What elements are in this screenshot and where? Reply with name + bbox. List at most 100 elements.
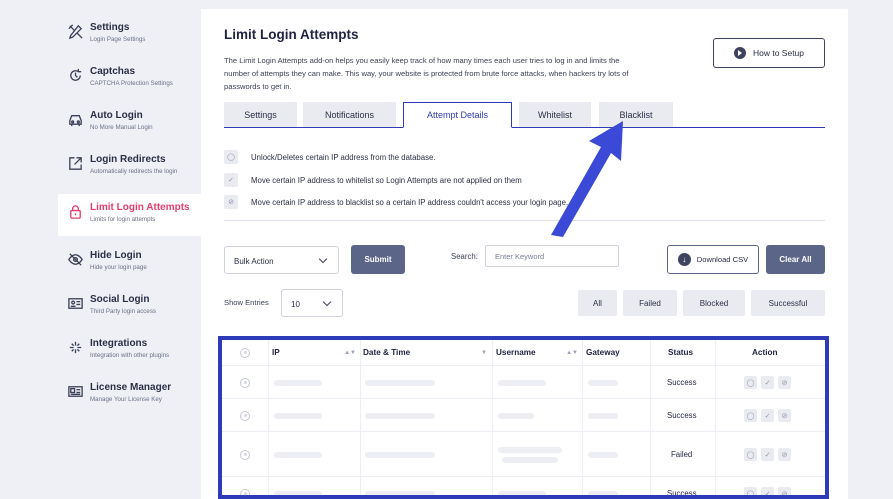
sidebar-item-title: Integrations <box>90 338 148 349</box>
check-icon: ✓ <box>761 409 774 422</box>
main-panel: Limit Login Attempts The Limit Login Att… <box>201 9 848 499</box>
info-text: Move certain IP address to blacklist so … <box>251 197 569 207</box>
page-title: Limit Login Attempts <box>224 27 359 42</box>
info-text: Unlock/Deletes certain IP address from t… <box>251 152 436 162</box>
id-card-icon <box>66 294 84 312</box>
info-text: Move certain IP address to whitelist so … <box>251 175 522 185</box>
page-description: The Limit Login Attempts add-on helps yo… <box>224 56 629 91</box>
filter-blocked[interactable]: Blocked <box>683 290 745 316</box>
sidebar-item-social-login[interactable]: Social Login Third Party login access <box>58 286 201 330</box>
col-date-time[interactable]: Date & Time ▼ <box>363 340 487 365</box>
play-icon <box>733 47 746 59</box>
info-whitelist: ✓ Move certain IP address to whitelist so… <box>224 173 522 187</box>
sidebar-item-sub: No More Manual Login <box>90 124 153 131</box>
sidebar-item-sub: CAPTCHA Protection Settings <box>90 80 173 87</box>
sidebar-item-login-redirects[interactable]: Login Redirects Automatically redirects t… <box>58 146 201 194</box>
lock-icon <box>66 202 84 220</box>
row-actions[interactable]: ◯ ✓ ⊘ <box>744 433 795 476</box>
how-to-setup-label: How to Setup <box>752 48 805 58</box>
sidebar-item-captchas[interactable]: Captchas CAPTCHA Protection Settings <box>58 58 201 102</box>
row-radio[interactable] <box>240 478 250 495</box>
sort-icon: ▲▼ <box>344 349 356 356</box>
status-badge: Success <box>667 411 697 420</box>
show-entries-label: Show Entries <box>224 298 269 307</box>
table-row: Success ◯ ✓ ⊘ <box>222 478 825 498</box>
sidebar-item-sub: Hide your login page <box>90 264 147 271</box>
sidebar-item-sub: Integration with other plugins <box>90 352 170 359</box>
tab-attempt-details[interactable]: Attempt Details <box>403 102 512 128</box>
show-entries-select[interactable]: 10 <box>281 289 343 317</box>
row-actions[interactable]: ◯ ✓ ⊘ <box>744 478 795 495</box>
sidebar-item-auto-login[interactable]: Auto Login No More Manual Login <box>58 102 201 146</box>
sidebar-item-sub: Limits for login attempts <box>90 216 156 223</box>
search-label: Search: <box>451 252 478 261</box>
table-row: Success ◯ ✓ ⊘ <box>222 367 825 399</box>
sort-icon: ▼ <box>481 349 487 356</box>
status-badge: Success <box>667 489 697 498</box>
how-to-setup-button[interactable]: How to Setup <box>713 38 825 68</box>
lock-icon: ◯ <box>744 487 757 495</box>
sidebar-item-license-manager[interactable]: License Manager Manage Your License Key <box>58 374 201 418</box>
tab-settings[interactable]: Settings <box>224 102 297 127</box>
status-badge: Failed <box>671 450 693 459</box>
submit-button[interactable]: Submit <box>351 245 405 274</box>
bulk-action-select[interactable]: Bulk Action <box>224 246 339 274</box>
col-status: Status <box>668 348 694 357</box>
row-radio[interactable] <box>240 433 250 476</box>
col-ip[interactable]: IP ▲▼ <box>272 340 356 365</box>
filter-failed[interactable]: Failed <box>623 290 677 316</box>
filter-all[interactable]: All <box>578 290 617 316</box>
sidebar-item-title: Limit Login Attempts <box>90 202 190 213</box>
tab-notifications[interactable]: Notifications <box>303 102 396 127</box>
select-all-radio[interactable] <box>240 340 250 365</box>
row-radio[interactable] <box>240 367 250 398</box>
status-badge: Success <box>667 378 697 387</box>
check-icon: ✓ <box>761 376 774 389</box>
tab-bar: Settings Notifications Attempt Details W… <box>224 102 825 128</box>
check-icon: ✓ <box>761 487 774 495</box>
search-input[interactable]: Enter Keyword <box>485 245 619 267</box>
annotation-arrow-icon <box>551 121 623 237</box>
check-icon: ✓ <box>761 448 774 461</box>
sidebar-item-integrations[interactable]: Integrations Integration with other plugi… <box>58 330 201 374</box>
eye-off-icon <box>66 250 84 268</box>
table-header: IP ▲▼ Date & Time ▼ Username ▲▼ Gateway Sta… <box>222 340 825 366</box>
lock-icon: ◯ <box>744 376 757 389</box>
block-icon: ⊘ <box>778 487 791 495</box>
sidebar-item-title: Settings <box>90 22 130 33</box>
sidebar-item-sub: Manage Your License Key <box>90 396 162 403</box>
block-icon: ⊘ <box>778 409 791 422</box>
col-username[interactable]: Username ▲▼ <box>496 340 578 365</box>
check-icon: ✓ <box>224 173 238 187</box>
sidebar-item-hide-login[interactable]: Hide Login Hide your login page <box>58 242 201 286</box>
sidebar-item-title: Auto Login <box>90 110 143 121</box>
car-icon <box>66 110 84 128</box>
sidebar: Settings Login Page Settings Captchas CAPT… <box>58 0 201 499</box>
clear-all-button[interactable]: Clear All <box>766 245 825 274</box>
sidebar-item-sub: Login Page Settings <box>90 36 146 43</box>
sort-icon: ▲▼ <box>566 349 578 356</box>
sidebar-item-title: Login Redirects <box>90 154 166 165</box>
download-csv-button[interactable]: ↓ Download CSV <box>667 245 759 274</box>
download-icon: ↓ <box>677 253 691 266</box>
block-icon: ⊘ <box>224 195 238 209</box>
info-unlock: ◯ Unlock/Deletes certain IP address from … <box>224 150 435 164</box>
sidebar-item-limit-login-attempts[interactable]: Limit Login Attempts Limits for login att… <box>58 194 201 236</box>
tools-icon <box>66 22 84 40</box>
captcha-icon <box>66 66 84 84</box>
filter-successful[interactable]: Successful <box>751 290 825 316</box>
integrations-icon <box>66 338 84 356</box>
col-gateway[interactable]: Gateway <box>586 340 620 365</box>
block-icon: ⊘ <box>778 376 791 389</box>
sidebar-item-title: License Manager <box>90 382 172 393</box>
row-actions[interactable]: ◯ ✓ ⊘ <box>744 400 795 431</box>
sidebar-item-settings[interactable]: Settings Login Page Settings <box>58 14 201 58</box>
sidebar-item-sub: Third Party login access <box>90 308 157 315</box>
row-radio[interactable] <box>240 400 250 431</box>
attempts-table: IP ▲▼ Date & Time ▼ Username ▲▼ Gateway Sta… <box>218 336 829 499</box>
sidebar-item-sub: Automatically redirects the login <box>90 168 178 175</box>
info-blacklist: ⊘ Move certain IP address to blacklist so… <box>224 195 568 209</box>
divider <box>224 220 825 221</box>
redirect-icon <box>66 154 84 172</box>
row-actions[interactable]: ◯ ✓ ⊘ <box>744 367 795 398</box>
